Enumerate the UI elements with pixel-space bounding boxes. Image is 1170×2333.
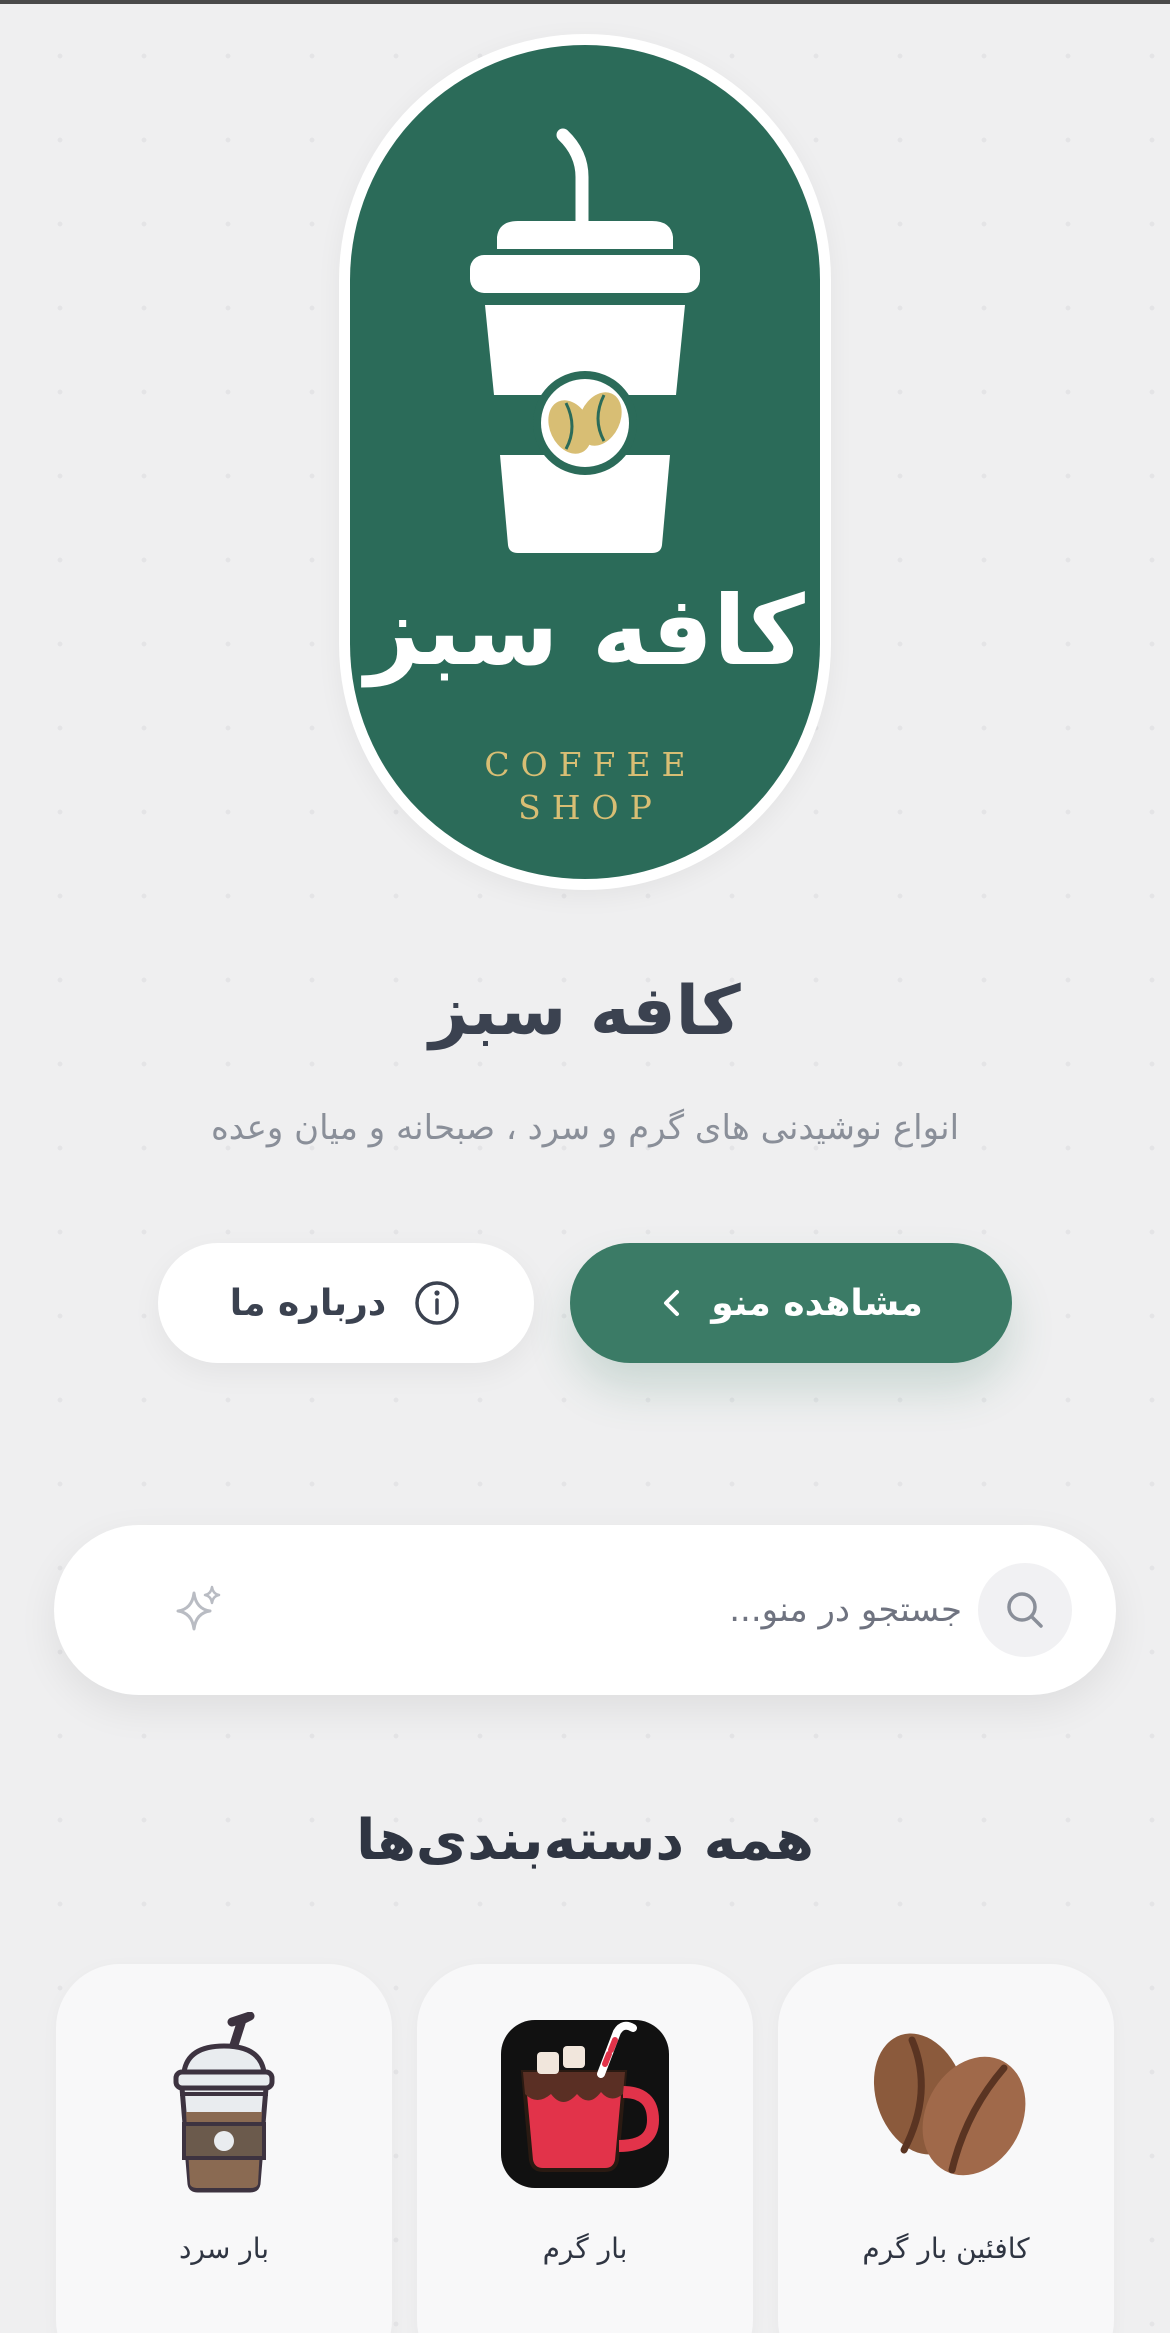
chevron-left-icon <box>659 1288 685 1318</box>
logo: کافه سبز COFFEE SHOP <box>350 45 820 879</box>
category-card-hot-bar[interactable]: بار گرم <box>417 1964 753 2333</box>
category-label: بار گرم <box>542 2232 628 2265</box>
about-us-button[interactable]: درباره ما <box>158 1243 534 1363</box>
logo-subtitle-shop: SHOP <box>518 788 663 827</box>
logo-subtitle-coffee: COFFEE <box>484 745 697 784</box>
info-icon <box>412 1278 462 1328</box>
search-bar <box>54 1525 1116 1695</box>
categories-title: همه دسته‌بندی‌ها <box>356 1808 814 1873</box>
search-icon <box>1007 1592 1043 1628</box>
view-menu-label: مشاهده منو <box>711 1282 923 1324</box>
view-menu-button[interactable]: مشاهده منو <box>570 1243 1012 1363</box>
sparkle-icon[interactable] <box>170 1583 226 1643</box>
hot-chocolate-icon <box>501 2020 669 2188</box>
coffee-beans-icon <box>873 2033 1026 2176</box>
page-title: کافه سبز <box>429 972 741 1051</box>
about-us-label: درباره ما <box>229 1282 387 1324</box>
search-button[interactable] <box>978 1563 1072 1657</box>
logo-name: کافه سبز <box>365 575 805 687</box>
category-card-caffeine-hot-bar[interactable]: کافئین بار گرم <box>778 1964 1114 2333</box>
iced-coffee-icon <box>173 2012 275 2193</box>
category-label: کافئین بار گرم <box>862 2232 1030 2265</box>
page-subtitle: انواع نوشیدنی های گرم و سرد ، صبحانه و م… <box>210 1108 960 1148</box>
logo-container: کافه سبز COFFEE SHOP <box>339 34 831 890</box>
category-label: بار سرد <box>178 2232 270 2265</box>
search-input[interactable] <box>214 1580 974 1640</box>
top-border <box>0 0 1170 4</box>
category-card-cold-bar[interactable]: بار سرد <box>56 1964 392 2333</box>
